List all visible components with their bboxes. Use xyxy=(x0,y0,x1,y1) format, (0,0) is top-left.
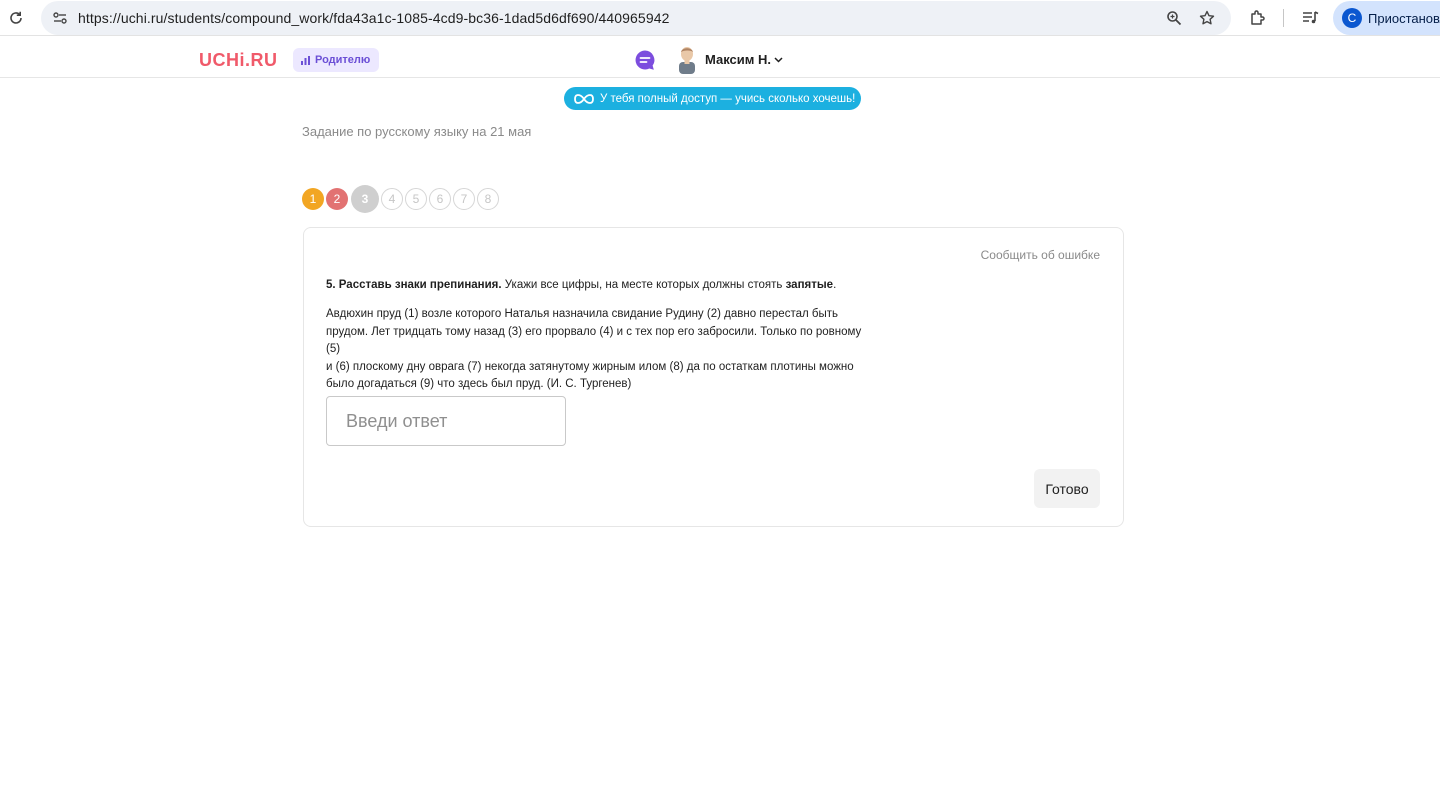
site-settings-icon[interactable] xyxy=(51,9,69,27)
extensions-icon[interactable] xyxy=(1248,8,1268,28)
browser-toolbar: https://uchi.ru/students/compound_work/f… xyxy=(0,0,1440,36)
task-emphasis: запятые xyxy=(785,279,834,291)
parent-button[interactable]: Родителю xyxy=(293,48,380,72)
step-8[interactable]: 8 xyxy=(477,188,499,210)
task-number-heading: 5. Расставь знаки препинания. xyxy=(326,279,502,291)
media-controls-icon[interactable] xyxy=(1300,8,1320,28)
task-text-line: Авдюхин пруд (1) возле которого Наталья … xyxy=(326,308,838,320)
task-text: Авдюхин пруд (1) возле которого Наталья … xyxy=(326,306,871,394)
site-header: UCHi.RU Родителю Максим Н. xyxy=(0,42,1440,78)
reload-icon[interactable] xyxy=(6,8,26,28)
step-7[interactable]: 7 xyxy=(453,188,475,210)
access-text: У тебя полный доступ — учись сколько хоч… xyxy=(600,92,856,105)
step-1[interactable]: 1 xyxy=(302,188,324,210)
task-text-line: было догадаться (9) что здесь был пруд. … xyxy=(326,378,632,390)
task-card: Сообщить об ошибке 5. Расставь знаки пре… xyxy=(303,227,1124,527)
step-4[interactable]: 4 xyxy=(381,188,403,210)
profile-button[interactable]: С Приостановлено xyxy=(1333,1,1440,35)
step-5[interactable]: 5 xyxy=(405,188,427,210)
chat-icon[interactable] xyxy=(634,49,656,71)
user-menu[interactable]: Максим Н. xyxy=(705,52,783,67)
task-instruction: 5. Расставь знаки препинания. Укажи все … xyxy=(326,279,836,291)
task-text-line: прудом. Лет тридцать тому назад (3) его … xyxy=(326,325,862,356)
profile-label: Приостановлено xyxy=(1368,10,1440,26)
bookmark-star-icon[interactable] xyxy=(1198,9,1216,27)
task-text-line: и (6) плоскому дну оврага (7) некогда за… xyxy=(326,360,854,373)
toolbar-divider xyxy=(1283,9,1284,27)
done-button[interactable]: Готово xyxy=(1034,469,1100,508)
uchi-logo[interactable]: UCHi.RU xyxy=(199,50,278,71)
step-3[interactable]: 3 xyxy=(351,185,379,213)
full-access-badge: У тебя полный доступ — учись сколько хоч… xyxy=(564,87,861,110)
zoom-icon[interactable] xyxy=(1165,9,1183,27)
profile-avatar: С xyxy=(1342,8,1362,28)
infinity-icon xyxy=(574,93,594,104)
chevron-down-icon xyxy=(774,56,783,63)
step-6[interactable]: 6 xyxy=(429,188,451,210)
step-2[interactable]: 2 xyxy=(326,188,348,210)
parent-label: Родителю xyxy=(315,54,371,66)
task-instruction-end: . xyxy=(833,279,837,291)
answer-input[interactable] xyxy=(326,396,566,446)
address-bar[interactable]: https://uchi.ru/students/compound_work/f… xyxy=(41,1,1231,35)
url-text[interactable]: https://uchi.ru/students/compound_work/f… xyxy=(78,10,669,26)
task-instruction-text: Укажи все цифры, на месте которых должны… xyxy=(501,279,786,291)
user-avatar[interactable] xyxy=(676,46,698,74)
bar-chart-icon xyxy=(301,55,310,65)
assignment-title: Задание по русскому языку на 21 мая xyxy=(302,124,532,139)
user-name: Максим Н. xyxy=(705,52,772,67)
report-error-link[interactable]: Сообщить об ошибке xyxy=(981,248,1100,262)
